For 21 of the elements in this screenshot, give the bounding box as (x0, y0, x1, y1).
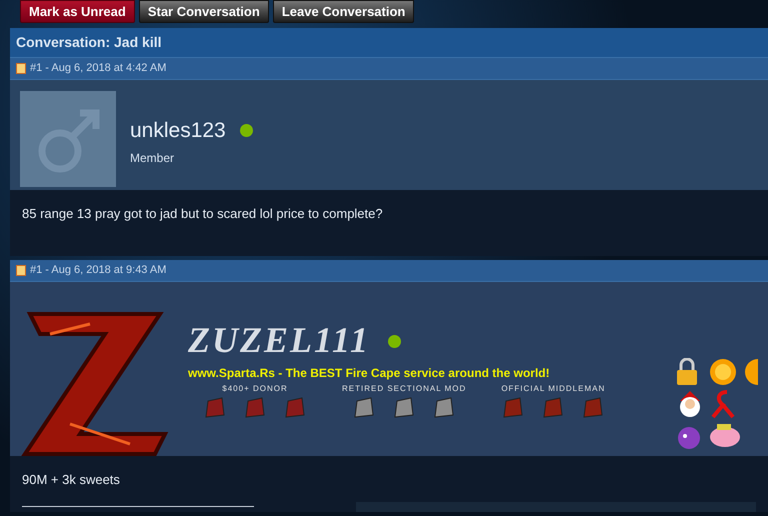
badge-group-label: OFFICIAL MIDDLEMAN (501, 383, 606, 395)
message-text: 90M + 3k sweets (22, 471, 121, 489)
badge-group-label: RETIRED SECTIONAL MOD (342, 383, 466, 395)
username[interactable]: ZUZEL111 (188, 322, 370, 358)
post-date[interactable]: #1 - Aug 6, 2018 at 9:43 AM (30, 262, 166, 279)
toolbar-button[interactable]: Star Conversation (138, 0, 269, 23)
sun-badge-icon (709, 358, 738, 386)
post-date[interactable]: #1 - Aug 6, 2018 at 4:42 AM (30, 60, 166, 77)
badge-group-label: $400+ DONOR (222, 383, 288, 395)
user-role: Member (130, 150, 176, 166)
post-icon (16, 265, 26, 276)
toolbar-button[interactable]: Mark as Unread (20, 0, 135, 23)
toolbar-button[interactable]: Leave Conversation (272, 0, 414, 23)
signature-tagline: www.Sparta.Rs - The BEST Fire Cape service around the world! (188, 365, 551, 382)
padlock-icon (675, 358, 699, 386)
username[interactable]: unkles123 (130, 115, 226, 146)
conversation-title: Conversation: Jad kill (10, 28, 768, 58)
message-text: 85 range 13 pray got to jad but to scared lol price to complete? (22, 205, 384, 223)
ribbon-icon (709, 389, 738, 419)
post-icon (16, 63, 26, 74)
sun-badge-icon (744, 358, 758, 386)
